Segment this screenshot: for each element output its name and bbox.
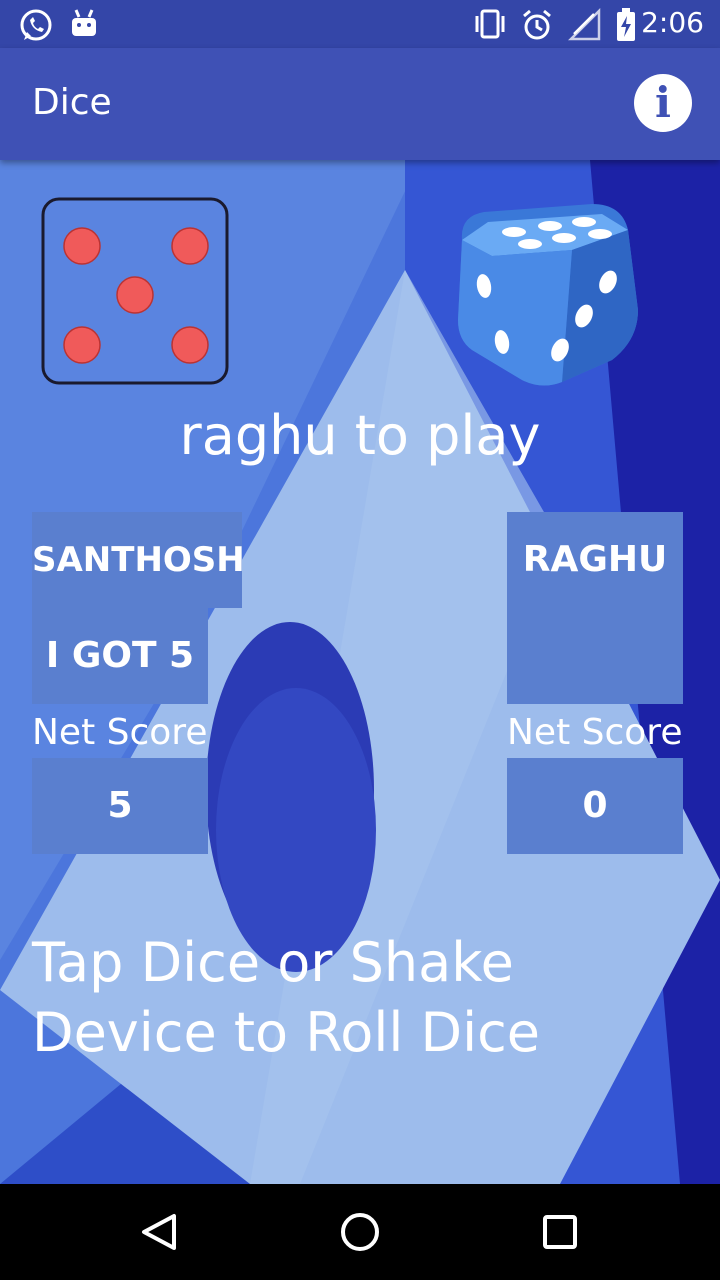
die-pip [116, 276, 154, 314]
player1-name-panel: SANTHOSH [32, 512, 245, 608]
player1-net-score-label: Net Score [32, 712, 208, 753]
die-pip [63, 326, 101, 364]
player2-name-panel: RAGHU [507, 512, 683, 704]
signal-icon [567, 7, 602, 46]
player1-name: SANTHOSH [32, 540, 245, 580]
player1-score-panel: 5 [32, 758, 208, 854]
die-pip [171, 227, 209, 265]
recents-icon[interactable] [536, 1208, 584, 1256]
player2-net-score-label: Net Score [507, 712, 683, 753]
status-bar: 2:06 [0, 0, 720, 48]
android-icon [70, 8, 98, 44]
player1-net-score: 5 [107, 785, 133, 826]
player2-score-panel: 0 [507, 758, 683, 854]
app-bar: Dice i [0, 48, 720, 160]
die-pip [171, 326, 209, 364]
player1-roll-panel: I GOT 5 [32, 608, 208, 704]
info-icon: i [655, 78, 671, 127]
vibrate-icon [472, 8, 508, 44]
die-face-five[interactable] [40, 196, 230, 386]
alarm-icon [520, 8, 554, 46]
battery-charging-icon [616, 8, 636, 46]
player2-name: RAGHU [522, 539, 668, 580]
info-button[interactable]: i [634, 74, 692, 132]
back-icon[interactable] [136, 1208, 184, 1256]
status-time: 2:06 [641, 6, 704, 39]
app-title: Dice [32, 82, 112, 123]
roll-dice-3d-icon[interactable] [452, 200, 642, 390]
player2-net-score: 0 [582, 785, 608, 826]
whatsapp-icon [18, 8, 54, 48]
nav-bar [0, 1184, 720, 1280]
die-pip [63, 227, 101, 265]
turn-indicator: raghu to play [179, 404, 541, 467]
roll-instruction: Tap Dice or Shake Device to Roll Dice [32, 931, 541, 1064]
player1-roll-text: I GOT 5 [45, 635, 195, 676]
game-area: raghu to play SANTHOSH I GOT 5 Net Score… [0, 160, 720, 1184]
home-icon[interactable] [336, 1208, 384, 1256]
